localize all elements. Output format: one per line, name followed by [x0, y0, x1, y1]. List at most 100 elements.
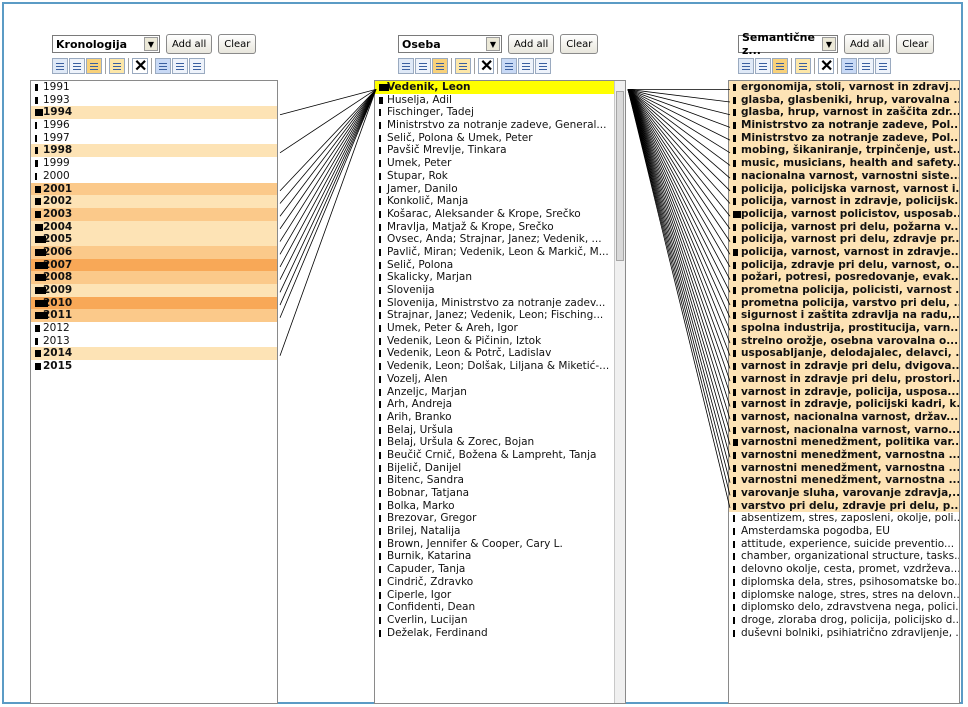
list-item[interactable]: prometna policija, varstvo pri delu, ...: [729, 296, 959, 310]
align-left-icon[interactable]: [841, 58, 857, 74]
list-item[interactable]: 2009: [31, 284, 277, 297]
list-item[interactable]: Arih, Branko: [375, 411, 625, 424]
list-item[interactable]: ergonomija, stoli, varnost in zdravj...: [729, 81, 959, 94]
list-item[interactable]: 2003: [31, 207, 277, 221]
list-item[interactable]: 2000: [31, 170, 277, 183]
list-item[interactable]: absentizem, stres, zaposleni, okolje, po…: [729, 512, 959, 525]
list-icon[interactable]: [415, 58, 431, 74]
list-item[interactable]: Confidenti, Dean: [375, 601, 625, 614]
list-item[interactable]: 2010: [31, 296, 277, 310]
list-item[interactable]: 1999: [31, 157, 277, 170]
list-item[interactable]: Konkolič, Manja: [375, 195, 625, 208]
list-item[interactable]: 1993: [31, 94, 277, 107]
list-item[interactable]: varnost, nacionalna varnost, varno...: [729, 423, 959, 437]
list-item[interactable]: varnostni menedžment, politika var...: [729, 436, 959, 449]
list-item[interactable]: Huselja, Adil: [375, 94, 625, 107]
list-item[interactable]: spolna industrija, prostitucija, varn...: [729, 322, 959, 335]
list-item[interactable]: varnost, nacionalna varnost, držav...: [729, 410, 959, 424]
list-item[interactable]: duševni bolniki, psihiatrično zdravljenj…: [729, 627, 959, 640]
list-item[interactable]: policija, varnost pri delu, požarna v...: [729, 220, 959, 234]
align-center-icon[interactable]: [172, 58, 188, 74]
semantic-list[interactable]: ergonomija, stoli, varnost in zdravj... g…: [728, 80, 960, 704]
list-item[interactable]: varnost in zdravje pri delu, prostori...: [729, 372, 959, 386]
list-item[interactable]: Štupar, Rok: [375, 170, 625, 183]
list-item[interactable]: nacionalna varnost, varnostni siste...: [729, 169, 959, 183]
list-item[interactable]: Bolka, Marko: [375, 500, 625, 513]
list-item[interactable]: 2006: [31, 245, 277, 259]
list-item[interactable]: Vedenik, Leon: [375, 81, 625, 94]
chronology-dropdown[interactable]: Kronologija ▼: [52, 35, 160, 53]
add-all-button[interactable]: Add all: [508, 34, 555, 54]
color-bars-icon[interactable]: [86, 58, 102, 74]
list-item[interactable]: 2007: [31, 258, 277, 272]
list-item[interactable]: Cverlin, Lucijan: [375, 614, 625, 627]
list-item[interactable]: Ministrstvo za notranje zadeve, Pol...: [729, 131, 959, 145]
list-item[interactable]: Bobnar, Tatjana: [375, 487, 625, 500]
chevron-down-icon[interactable]: ▼: [486, 37, 500, 51]
list-item[interactable]: 2002: [31, 195, 277, 208]
list-item[interactable]: glasba, hrup, varnost in zaščita zdr...: [729, 106, 959, 120]
list-item[interactable]: policija, varnost, varnost in zdravje...: [729, 245, 959, 259]
list-item[interactable]: varnostni menedžment, varnostna ...: [729, 448, 959, 462]
list-item[interactable]: diplomska dela, stres, psihosomatske bo.…: [729, 576, 959, 589]
list-item[interactable]: Pavlič, Miran; Vedenik, Leon & Markič, M…: [375, 246, 625, 259]
list-item[interactable]: Amsterdamska pogodba, EU: [729, 525, 959, 538]
list-icon[interactable]: [755, 58, 771, 74]
list-item[interactable]: varstvo pri delu, zdravje pri delu, p...: [729, 499, 959, 513]
clear-button[interactable]: Clear: [560, 34, 599, 54]
list-item[interactable]: Mravlja, Matjaž & Krope, Srečko: [375, 221, 625, 234]
align-right-icon[interactable]: [189, 58, 205, 74]
list-item[interactable]: Fischinger, Tadej: [375, 106, 625, 119]
abc-sort-icon[interactable]: [52, 58, 68, 74]
list-item[interactable]: Selič, Polona & Umek, Peter: [375, 132, 625, 145]
list-item[interactable]: Vedenik, Leon & Potrč, Ladislav: [375, 347, 625, 360]
list-item[interactable]: Vedenik, Leon & Pičinin, Iztok: [375, 335, 625, 348]
list-item[interactable]: Brown, Jennifer & Cooper, Cary L.: [375, 538, 625, 551]
scrollbar-thumb[interactable]: [616, 91, 624, 261]
clear-button[interactable]: Clear: [218, 34, 257, 54]
list-item[interactable]: sigurnost i zaštita zdravlja na radu,...: [729, 309, 959, 323]
list-item[interactable]: Bijelič, Danijel: [375, 462, 625, 475]
list-item[interactable]: Selič, Polona: [375, 259, 625, 272]
list-item[interactable]: Brilej, Natalija: [375, 525, 625, 538]
clear-x-icon[interactable]: ✕: [818, 58, 834, 74]
list-item[interactable]: Jamer, Danilo: [375, 183, 625, 196]
list-item[interactable]: attitude, experience, suicide preventio.…: [729, 538, 959, 551]
list-item[interactable]: diplomsko delo, zdravstvena nega, polici…: [729, 601, 959, 614]
list-item[interactable]: Vozelj, Alen: [375, 373, 625, 386]
add-highlight-icon[interactable]: [109, 58, 125, 74]
list-item[interactable]: Capuder, Tanja: [375, 563, 625, 576]
scrollbar[interactable]: [614, 81, 625, 703]
list-item[interactable]: 1998: [31, 144, 277, 158]
list-item[interactable]: 1997: [31, 132, 277, 145]
list-item[interactable]: Burnik, Katarina: [375, 550, 625, 563]
list-item[interactable]: Belaj, Uršula: [375, 424, 625, 437]
list-item[interactable]: varnost in zdravje pri delu, dvigova...: [729, 360, 959, 373]
abc-sort-icon[interactable]: [738, 58, 754, 74]
list-item[interactable]: Umek, Peter: [375, 157, 625, 170]
list-item[interactable]: požari, potresi, posredovanje, evak...: [729, 271, 959, 284]
abc-sort-icon[interactable]: [398, 58, 414, 74]
add-highlight-icon[interactable]: [795, 58, 811, 74]
clear-x-icon[interactable]: ✕: [478, 58, 494, 74]
list-item[interactable]: Slovenija: [375, 284, 625, 297]
list-item[interactable]: 2014: [31, 347, 277, 361]
align-center-icon[interactable]: [518, 58, 534, 74]
align-right-icon[interactable]: [535, 58, 551, 74]
list-item[interactable]: 1996: [31, 119, 277, 132]
list-item[interactable]: Cindrič, Zdravko: [375, 576, 625, 589]
color-bars-icon[interactable]: [772, 58, 788, 74]
list-item[interactable]: Slovenija, Ministrstvo za notranje zadev…: [375, 297, 625, 310]
list-item[interactable]: 2012: [31, 322, 277, 335]
list-item[interactable]: 2015: [31, 360, 277, 373]
list-item[interactable]: 2013: [31, 335, 277, 348]
clear-x-icon[interactable]: ✕: [132, 58, 148, 74]
list-item[interactable]: strelno orožje, osebna varovalna o...: [729, 334, 959, 348]
list-item[interactable]: Deželak, Ferdinand: [375, 627, 625, 640]
list-item[interactable]: Brezovar, Gregor: [375, 512, 625, 525]
list-item[interactable]: policija, varnost policistov, usposab...: [729, 207, 959, 221]
list-item[interactable]: glasba, glasbeniki, hrup, varovalna ...: [729, 93, 959, 107]
list-item[interactable]: varnostni menedžment, varnostna ...: [729, 461, 959, 475]
list-item[interactable]: 2011: [31, 309, 277, 323]
list-item[interactable]: usposabljanje, delodajalec, delavci, ...: [729, 347, 959, 361]
